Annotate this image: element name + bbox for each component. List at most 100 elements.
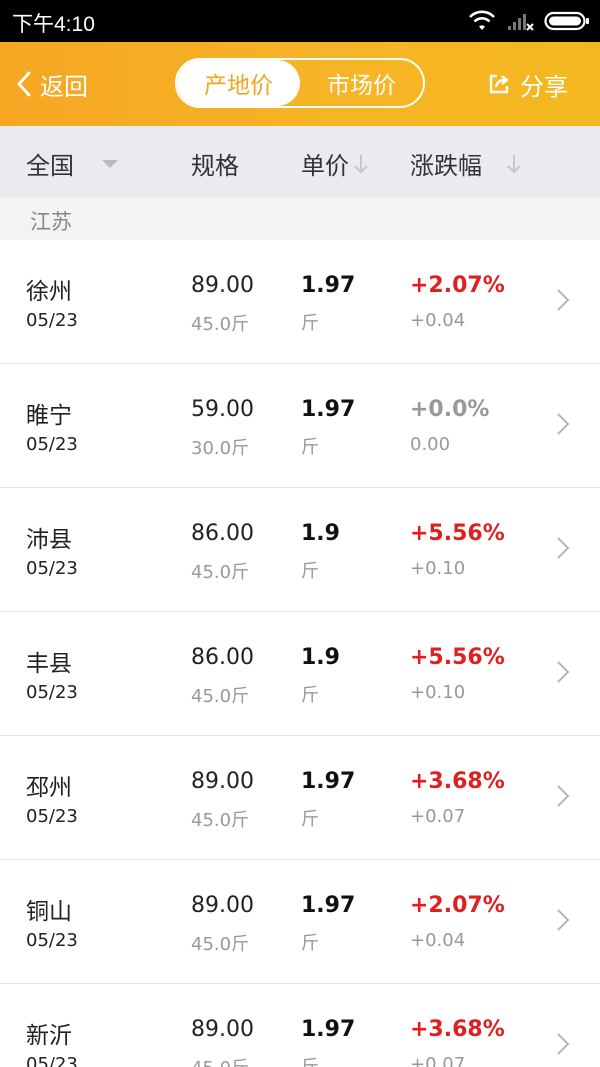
chevron-right-icon — [557, 661, 570, 683]
price-list: 徐州 05/23 89.00 45.0斤 1.97 斤 +2.07% +0.04… — [0, 240, 600, 1067]
date: 05/23 — [26, 434, 78, 455]
change-amount: +0.07 — [410, 806, 466, 827]
price: 89.00 — [191, 1017, 254, 1042]
back-button[interactable]: 返回 — [16, 64, 88, 104]
section-title: 江苏 — [30, 210, 72, 234]
change-percent: +2.07% — [410, 893, 505, 918]
change-amount: +0.10 — [410, 558, 466, 579]
price: 89.00 — [191, 769, 254, 794]
spec: 30.0斤 — [191, 438, 250, 459]
unit-label: 斤 — [301, 437, 319, 458]
spec-column-label: 规格 — [191, 152, 239, 180]
unit-label: 斤 — [301, 809, 319, 830]
battery-icon — [544, 11, 589, 31]
price: 89.00 — [191, 273, 254, 298]
unit-label: 斤 — [301, 561, 319, 582]
spec: 45.0斤 — [191, 1054, 249, 1067]
chevron-right-icon — [557, 909, 570, 931]
wifi-icon — [469, 10, 495, 30]
chevron-right-icon — [557, 289, 570, 311]
date: 05/23 — [26, 806, 78, 827]
location-name: 丰县 — [26, 651, 72, 677]
unit-price: 1.97 — [301, 893, 356, 918]
spec: 45.0斤 — [191, 934, 250, 955]
price: 86.00 — [191, 521, 254, 546]
back-label: 返回 — [40, 72, 88, 101]
change-percent: +3.68% — [410, 1017, 505, 1042]
date: 05/23 — [26, 310, 78, 331]
chevron-right-icon — [557, 785, 570, 807]
change-column-label: 涨跌幅 — [410, 152, 482, 180]
share-label: 分享 — [520, 72, 568, 101]
chevron-right-icon — [557, 413, 570, 435]
unit-price-sort[interactable]: 单价 — [301, 146, 369, 181]
price: 86.00 — [191, 645, 254, 670]
location-name: 邳州 — [26, 775, 72, 801]
spec: 45.0斤 — [191, 686, 250, 707]
location-name: 新沂 — [26, 1023, 72, 1049]
unit-label: 斤 — [301, 313, 319, 334]
status-icons — [468, 8, 590, 34]
price-type-toggle: 产地价 市场价 — [175, 58, 425, 108]
change-amount: +0.04 — [410, 930, 466, 951]
location-name: 沛县 — [26, 527, 72, 553]
sort-arrow-down-icon — [354, 154, 368, 173]
unit-price: 1.9 — [301, 521, 340, 546]
share-icon — [489, 74, 509, 94]
change-percent: +2.07% — [410, 273, 505, 298]
change-amount: 0.00 — [410, 434, 451, 455]
unit-label: 斤 — [301, 933, 319, 954]
change-sort[interactable]: 涨跌幅 — [410, 146, 522, 181]
location-name: 徐州 — [26, 279, 72, 305]
unit-price: 1.97 — [301, 273, 356, 298]
change-amount: +0.10 — [410, 682, 466, 703]
list-item[interactable]: 邳州 05/23 89.00 45.0斤 1.97 斤 +3.68% +0.07 — [0, 736, 600, 860]
change-percent: +0.0% — [410, 397, 490, 422]
signal-icon — [508, 14, 534, 31]
list-item[interactable]: 新沂 05/23 89.00 45.0斤 1.97 斤 +3.68% +0.07 — [0, 984, 600, 1067]
tab-origin-price[interactable]: 产地价 — [177, 60, 300, 106]
sort-arrow-down-icon — [507, 154, 521, 173]
unit-price: 1.97 — [301, 769, 356, 794]
change-percent: +5.56% — [410, 645, 505, 670]
section-header: 江苏 — [0, 198, 600, 240]
location-name: 睢宁 — [26, 403, 72, 429]
region-filter-label: 全国 — [26, 152, 74, 180]
change-amount: +0.07 — [410, 1054, 466, 1067]
caret-down-icon — [102, 159, 118, 168]
unit-price-column-label: 单价 — [301, 152, 349, 180]
location-name: 铜山 — [26, 899, 72, 925]
region-filter[interactable]: 全国 — [26, 146, 120, 181]
date: 05/23 — [26, 1054, 78, 1067]
list-item[interactable]: 沛县 05/23 86.00 45.0斤 1.9 斤 +5.56% +0.10 — [0, 488, 600, 612]
date: 05/23 — [26, 558, 78, 579]
unit-price: 1.97 — [301, 1017, 356, 1042]
app-header: 返回 产地价 市场价 分享 — [0, 42, 600, 126]
chevron-right-icon — [557, 1033, 570, 1055]
tab-market-price[interactable]: 市场价 — [300, 60, 423, 106]
list-item[interactable]: 丰县 05/23 86.00 45.0斤 1.9 斤 +5.56% +0.10 — [0, 612, 600, 736]
status-time: 下午4:10 — [12, 13, 95, 36]
spec: 45.0斤 — [191, 314, 250, 335]
change-amount: +0.04 — [410, 310, 466, 331]
date: 05/23 — [26, 930, 78, 951]
column-header: 全国 规格 单价 涨跌幅 — [0, 126, 600, 198]
change-percent: +5.56% — [410, 521, 505, 546]
change-percent: +3.68% — [410, 769, 505, 794]
list-item[interactable]: 铜山 05/23 89.00 45.0斤 1.97 斤 +2.07% +0.04 — [0, 860, 600, 984]
spec: 45.0斤 — [191, 810, 250, 831]
date: 05/23 — [26, 682, 78, 703]
unit-price: 1.9 — [301, 645, 340, 670]
unit-label: 斤 — [301, 685, 319, 706]
list-item[interactable]: 睢宁 05/23 59.00 30.0斤 1.97 斤 +0.0% 0.00 — [0, 364, 600, 488]
chevron-right-icon — [557, 537, 570, 559]
unit-price: 1.97 — [301, 397, 356, 422]
status-bar: 下午4:10 — [0, 0, 600, 42]
share-button[interactable]: 分享 — [488, 64, 568, 104]
spec-column-header: 规格 — [191, 146, 239, 181]
unit-label: 斤 — [301, 1053, 319, 1067]
price: 59.00 — [191, 397, 254, 422]
chevron-left-icon — [17, 71, 31, 97]
list-item[interactable]: 徐州 05/23 89.00 45.0斤 1.97 斤 +2.07% +0.04 — [0, 240, 600, 364]
spec: 45.0斤 — [191, 562, 250, 583]
